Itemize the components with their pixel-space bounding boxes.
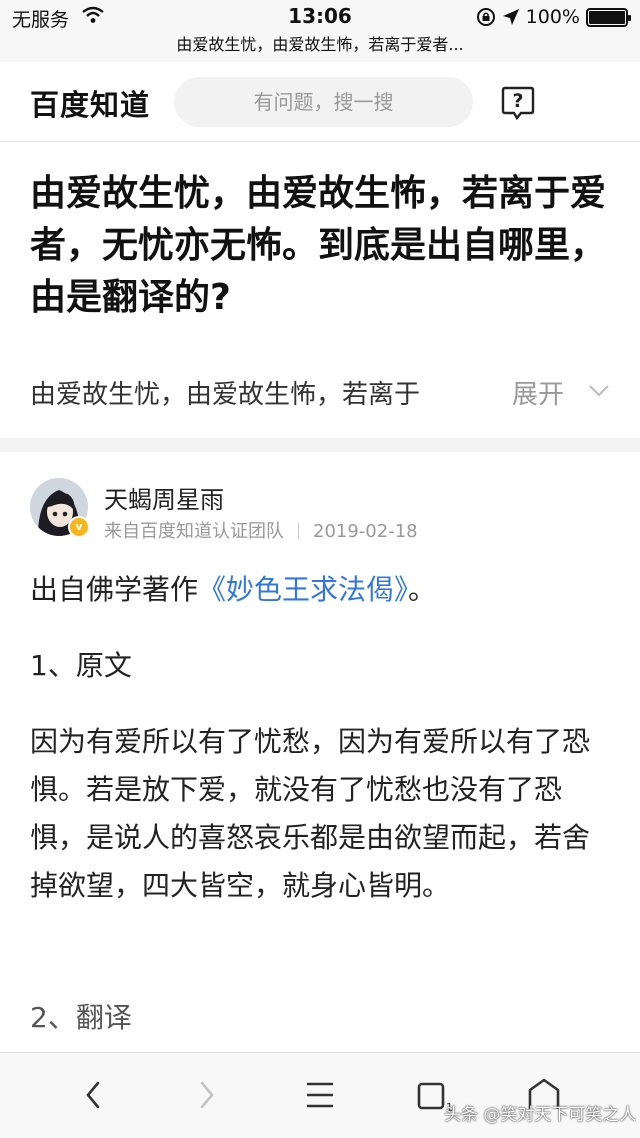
location-arrow-icon [502, 9, 519, 25]
question-summary: 由爱故生忧，由爱故生怖，若离于 [30, 380, 421, 410]
section-divider [0, 438, 640, 452]
author-name[interactable]: 天蝎周星雨 [104, 480, 224, 515]
chevron-down-icon[interactable] [588, 384, 610, 398]
expand-button[interactable]: 展开 [512, 374, 564, 411]
forward-icon[interactable] [186, 1075, 226, 1115]
answer-source: 来自百度知道认证团队 [104, 521, 284, 542]
status-bar: 无服务 13:06 100% [0, 0, 640, 34]
answer-date: 2019-02-18 [313, 521, 418, 542]
baidu-zhidao-logo[interactable]: 百度知道 [30, 82, 150, 124]
answer-body: 因为有爱所以有了忧愁，因为有爱所以有了恐惧。若是放下爱，就没有了忧愁也没有了恐惧… [30, 725, 591, 902]
answer-heading-translation: 2、翻译 [30, 1001, 132, 1034]
verified-badge-icon: v [68, 516, 90, 538]
question-title: 由爱故生忧，由爱故生怖，若离于爱者，无忧亦无怖。到底是出自哪里，由是翻译的? [30, 173, 607, 318]
menu-icon[interactable] [300, 1075, 340, 1115]
search-input[interactable]: 有问题，搜一搜 [174, 77, 473, 127]
orientation-lock-icon [476, 8, 495, 26]
meta-divider [298, 523, 299, 539]
book-title-link[interactable]: 《妙色王求法偈》 [198, 573, 408, 606]
answer-source-line: 出自佛学著作《妙色王求法偈》。 [30, 573, 437, 606]
page-title-bar[interactable]: 由爱故生忧，由爱故生怖，若离于爱者... [0, 34, 640, 62]
battery-percentage: 100% [525, 6, 580, 28]
svg-text:?: ? [512, 90, 523, 112]
battery-icon [586, 7, 631, 27]
answer-meta: 来自百度知道认证团队 2019-02-18 [104, 517, 418, 543]
browser-toolbar: 1 [0, 1052, 640, 1138]
watermark: 头条 @笑对天下可笑之人 [444, 1105, 637, 1125]
question-bubble-icon[interactable]: ? [500, 84, 536, 120]
back-icon[interactable] [74, 1075, 114, 1115]
answer-heading-original: 1、原文 [30, 649, 132, 682]
site-header: 百度知道 有问题，搜一搜 ? [0, 62, 640, 142]
